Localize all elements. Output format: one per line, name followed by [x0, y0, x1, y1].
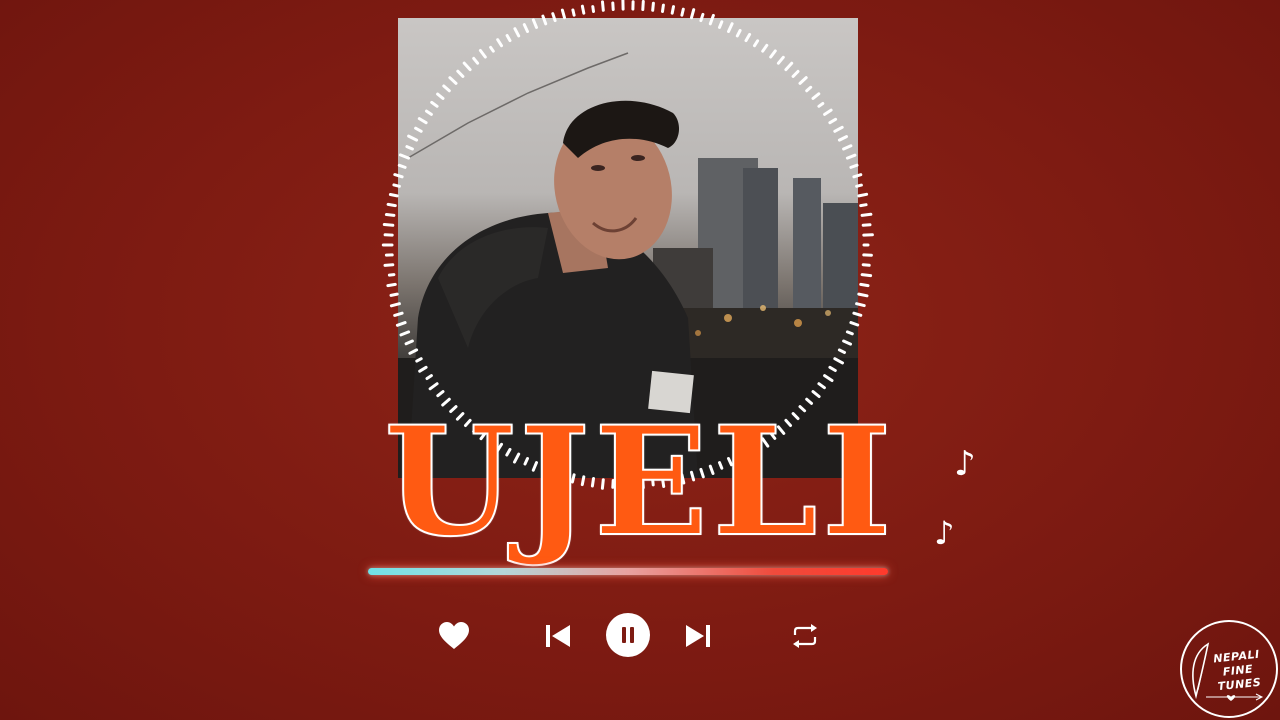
visualizer-bar [861, 263, 871, 267]
pause-icon [622, 627, 634, 643]
visualizer-bar [386, 202, 397, 208]
repeat-icon [793, 624, 817, 648]
arrow-heart-icon [1206, 693, 1264, 701]
visualizer-bar [860, 212, 873, 217]
song-title: UJELI [383, 394, 896, 570]
next-button[interactable] [680, 618, 716, 654]
channel-logo: NEPALI FINE TUNES [1180, 620, 1278, 718]
visualizer-bar [389, 292, 399, 297]
visualizer-bar [560, 8, 566, 20]
visualizer-bar [857, 292, 869, 298]
visualizer-bar [661, 3, 665, 13]
music-note-icon: ♪ [934, 514, 955, 552]
progress-bar[interactable] [368, 568, 888, 575]
visualizer-bar [651, 1, 655, 12]
visualizer-bar [571, 8, 576, 17]
visualizer-bar [388, 193, 399, 198]
visualizer-bar [383, 263, 395, 267]
visualizer-bar [861, 223, 872, 227]
visualizer-bar [387, 273, 396, 277]
music-note-icon: ♪ [954, 444, 976, 484]
skip-next-icon [686, 625, 710, 647]
visualizer-bar [382, 223, 395, 227]
visualizer-bar [641, 0, 645, 11]
play-pause-button[interactable] [606, 613, 650, 657]
visualizer-bar [670, 5, 675, 15]
visualizer-bar [601, 0, 605, 12]
visualizer-bar [591, 5, 595, 13]
visualizer-bar [859, 282, 870, 288]
visualizer-bar [690, 8, 696, 20]
skip-previous-icon [546, 625, 570, 647]
visualizer-bar [857, 192, 869, 198]
previous-button[interactable] [540, 618, 576, 654]
visualizer-bar [680, 7, 685, 17]
visualizer-bar [859, 203, 868, 208]
visualizer-bar [384, 213, 396, 217]
visualizer-bar [386, 282, 397, 288]
like-button[interactable] [434, 616, 474, 656]
heart-icon [439, 622, 469, 649]
visualizer-bar [860, 273, 873, 278]
repeat-button[interactable] [788, 620, 822, 652]
visualizer-bar [580, 4, 586, 15]
